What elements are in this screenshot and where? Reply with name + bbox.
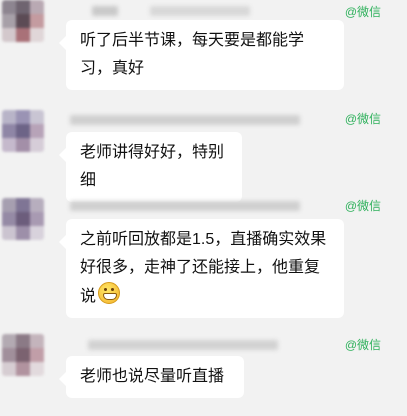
message-text: 老师也说尽量听直播 xyxy=(80,368,225,385)
wechat-source-label: @微信 xyxy=(344,112,381,126)
message-bubble[interactable]: 老师讲得好好，特别细 xyxy=(59,132,242,202)
wechat-source-label: @微信 xyxy=(344,5,381,19)
avatar[interactable] xyxy=(2,0,44,42)
message-text: 听了后半节课，每天要是都能学习，真好 xyxy=(80,32,305,77)
message-text: 老师讲得好好，特别细 xyxy=(80,144,225,189)
message-bubble[interactable]: 听了后半节课，每天要是都能学习，真好 xyxy=(59,20,344,90)
sender-name xyxy=(92,6,118,16)
grinning-face-emoji xyxy=(98,282,121,304)
wechat-source-label: @微信 xyxy=(344,338,381,352)
wechat-source-label: @微信 xyxy=(344,199,381,213)
sender-name xyxy=(70,201,300,211)
avatar[interactable] xyxy=(2,198,44,240)
message-bubble[interactable]: 老师也说尽量听直播 xyxy=(59,356,244,398)
sender-name xyxy=(150,6,250,16)
sender-name xyxy=(88,340,278,350)
avatar[interactable] xyxy=(2,110,44,152)
message-bubble[interactable]: 之前听回放都是1.5，直播确实效果好很多，走神了还能接上，他重复说 xyxy=(59,219,344,318)
avatar[interactable] xyxy=(2,334,44,376)
sender-name xyxy=(70,115,300,125)
